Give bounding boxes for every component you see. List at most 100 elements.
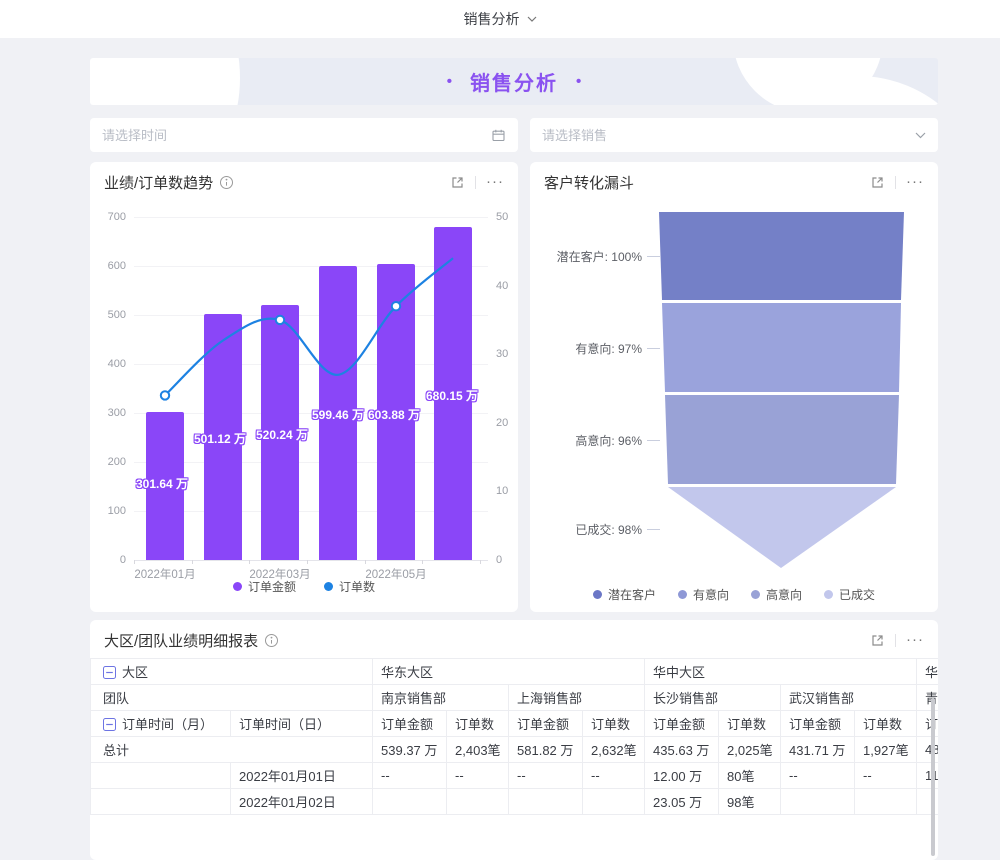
legend-item[interactable]: 潜在客户	[593, 586, 656, 603]
team-name-cell: 武汉销售部	[781, 685, 917, 711]
legend-item[interactable]: 订单数	[324, 578, 375, 595]
y-axis-right-tick: 40	[496, 280, 524, 292]
sales-filter-input[interactable]	[542, 128, 915, 143]
time-filter-input[interactable]	[102, 128, 491, 143]
export-icon[interactable]	[870, 175, 885, 190]
time-filter[interactable]	[90, 118, 518, 152]
banner-decor-circle	[90, 58, 240, 105]
page-title-dropdown[interactable]: 销售分析	[464, 9, 537, 29]
report-table-card: 大区/团队业绩明细报表 ··· 大区华东大区华中大区华北大团队南京销售部上海销售…	[90, 620, 938, 860]
info-icon[interactable]	[264, 633, 279, 648]
export-icon[interactable]	[450, 175, 465, 190]
total-row-label: 总计	[91, 737, 373, 763]
region-header-cell: 大区	[91, 659, 373, 685]
x-axis-tick	[307, 560, 308, 564]
value-cell: --	[781, 763, 855, 789]
trend-card-title-text: 业绩/订单数趋势	[104, 172, 213, 193]
funnel-segment[interactable]	[668, 487, 896, 568]
report-table-area: 大区华东大区华中大区华北大团队南京销售部上海销售部长沙销售部武汉销售部青岛销订单…	[90, 658, 938, 815]
trend-card-title: 业绩/订单数趋势	[104, 172, 234, 193]
value-cell	[447, 789, 509, 815]
metric-column-header: 订单数	[855, 711, 917, 737]
bar-value-label: 301.64 万	[136, 475, 188, 492]
funnel-stage-label-text: 潜在客户: 100%	[557, 248, 642, 265]
funnel-segment[interactable]	[665, 395, 899, 484]
legend-label: 订单数	[339, 578, 375, 595]
team-name-cell: 南京销售部	[373, 685, 509, 711]
bar-value-label: 520.24 万	[256, 426, 308, 443]
x-axis-tick	[422, 560, 423, 564]
day-column-header: 订单时间（日）	[231, 711, 373, 737]
info-icon[interactable]	[219, 175, 234, 190]
actions-divider	[895, 176, 896, 189]
funnel-label-connector	[647, 348, 660, 349]
legend-dot-icon	[751, 590, 760, 599]
legend-item[interactable]: 订单金额	[233, 578, 296, 595]
sales-filter[interactable]	[530, 118, 938, 152]
trend-plot: 700600500400300200100050403020100301.64 …	[90, 162, 518, 612]
team-name-cell: 上海销售部	[509, 685, 645, 711]
calendar-icon	[491, 128, 506, 143]
banner: • 销售分析 •	[90, 58, 938, 105]
bar-value-label: 680.15 万	[426, 387, 478, 404]
funnel-card-header: 客户转化漏斗 ···	[530, 162, 938, 202]
banner-bullet: •	[447, 73, 452, 90]
legend-label: 潜在客户	[608, 586, 656, 603]
more-menu-button[interactable]: ···	[906, 636, 924, 644]
metric-column-header: 订单金额	[781, 711, 855, 737]
funnel-segment[interactable]	[662, 303, 901, 392]
banner-bullet: •	[576, 73, 581, 90]
collapse-icon[interactable]	[103, 718, 116, 731]
month-cell	[91, 763, 231, 789]
bar-value-label: 501.12 万	[194, 430, 246, 447]
more-menu-button[interactable]: ···	[906, 178, 924, 186]
table-vertical-scrollbar[interactable]	[931, 698, 935, 856]
value-cell: 431.71 万	[781, 737, 855, 763]
metric-column-header: 订单数	[447, 711, 509, 737]
day-cell: 2022年01月01日	[231, 763, 373, 789]
y-axis-right-tick: 50	[496, 211, 524, 223]
more-menu-button[interactable]: ···	[486, 178, 504, 186]
collapse-icon[interactable]	[103, 666, 116, 679]
value-cell: 80笔	[719, 763, 781, 789]
y-axis-right-tick: 20	[496, 417, 524, 429]
export-icon[interactable]	[870, 633, 885, 648]
funnel-card-actions: ···	[870, 175, 924, 190]
day-cell: 2022年01月02日	[231, 789, 373, 815]
value-cell: 2,025笔	[719, 737, 781, 763]
table-card-header: 大区/团队业绩明细报表 ···	[90, 620, 938, 660]
legend-item[interactable]: 高意向	[751, 586, 802, 603]
value-cell	[583, 789, 645, 815]
gridline	[134, 560, 488, 561]
funnel-stage-label-text: 高意向: 96%	[575, 432, 642, 449]
funnel-stage-label: 潜在客户: 100%	[557, 248, 660, 265]
metric-column-header: 订单金额	[645, 711, 719, 737]
legend-label: 已成交	[839, 586, 875, 603]
value-cell: 98笔	[719, 789, 781, 815]
funnel-shape	[530, 162, 938, 612]
value-cell: --	[855, 763, 917, 789]
value-cell: 23.05 万	[645, 789, 719, 815]
trend-card-actions: ···	[450, 175, 504, 190]
legend-label: 订单金额	[248, 578, 296, 595]
gridline	[134, 217, 488, 218]
value-cell: --	[373, 763, 447, 789]
y-axis-right-tick: 30	[496, 348, 524, 360]
funnel-segment[interactable]	[659, 212, 904, 300]
funnel-chart-card: 客户转化漏斗 ··· 潜在客户: 100% 有意向: 97% 高意向: 96% 已成交…	[530, 162, 938, 612]
funnel-stage-label-text: 有意向: 97%	[575, 340, 642, 357]
legend-item[interactable]: 有意向	[678, 586, 729, 603]
actions-divider	[475, 176, 476, 189]
funnel-stage-label: 有意向: 97%	[575, 340, 660, 357]
actions-divider	[895, 634, 896, 647]
chevron-down-icon	[527, 16, 537, 22]
funnel-card-title: 客户转化漏斗	[544, 172, 634, 193]
value-cell: 539.37 万	[373, 737, 447, 763]
report-table: 大区华东大区华中大区华北大团队南京销售部上海销售部长沙销售部武汉销售部青岛销订单…	[90, 658, 938, 815]
line-point	[161, 391, 169, 399]
value-cell	[373, 789, 447, 815]
funnel-stage-label-text: 已成交: 98%	[575, 521, 642, 538]
legend-item[interactable]: 已成交	[824, 586, 875, 603]
value-cell: 2,632笔	[583, 737, 645, 763]
x-axis-tick	[365, 560, 366, 564]
